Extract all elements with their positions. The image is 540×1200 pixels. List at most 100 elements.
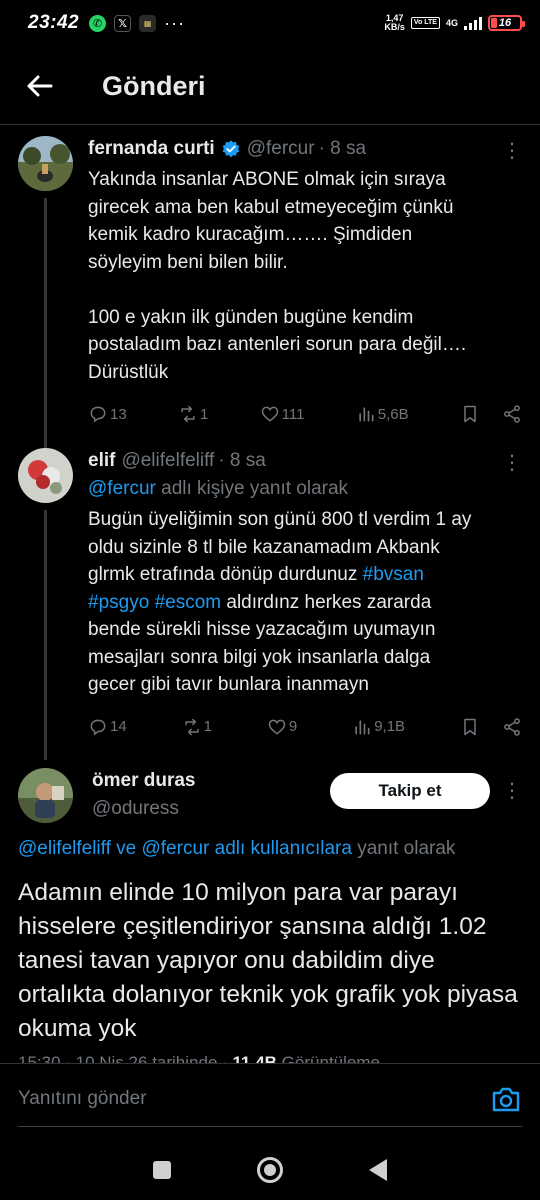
like-count: 9	[288, 718, 298, 735]
tweet-actions: 13 1 111 5,6B	[88, 402, 522, 426]
verified-badge-icon	[222, 140, 240, 158]
game-app-icon: ▦	[139, 14, 157, 32]
like-button[interactable]: 111	[260, 404, 305, 424]
tweet-time: · 8 sa	[318, 138, 367, 159]
bookmark-icon[interactable]	[460, 717, 480, 737]
back-button[interactable]	[0, 60, 80, 112]
reply-context: @elifelfeliff ve @fercur adlı kullanıcıl…	[18, 838, 522, 860]
text-line: glrmk etrafında dönüp durdunuz #bvsan	[88, 561, 522, 589]
avatar[interactable]	[18, 136, 73, 191]
text-line: oldu sizinle 8 tl bile kazanamadım Akban…	[88, 536, 440, 558]
text-line: Bugün üyeliğimin son günü 800 tl verdim …	[88, 509, 472, 530]
reply-composer: Yanıtını gönder	[0, 1063, 540, 1139]
post-meta: 15:30 · 10 Nis 26 tarihinde · 11,4B Görü…	[18, 1053, 380, 1063]
reply-input-underline	[18, 1126, 522, 1127]
thread-connector	[44, 510, 47, 760]
author-name[interactable]: elif	[88, 450, 115, 472]
thread-connector	[44, 198, 47, 448]
like-count: 111	[281, 405, 305, 423]
bookmark-icon[interactable]	[460, 404, 480, 424]
author-handle[interactable]: @elifelfeliff	[121, 450, 214, 472]
header-divider	[0, 124, 540, 125]
status-bar: 23:42 ✆ 𝕏 ▦ ··· 1,47 KB/s Vo LTE 4G 16	[0, 0, 540, 46]
views-button[interactable]: 5,6B	[356, 404, 409, 424]
reply-icon	[90, 719, 106, 736]
top-bar: Gönderi	[0, 60, 540, 112]
text-spacer	[88, 276, 522, 304]
reply-context: @fercur adlı kişiye yanıt olarak	[88, 478, 522, 500]
text-line: Yakında insanlar ABONE olmak için sıraya	[88, 169, 446, 190]
avatar[interactable]	[18, 448, 73, 503]
repost-count: 1	[200, 405, 209, 423]
views-button[interactable]: 9,1B	[352, 717, 405, 737]
follow-button[interactable]: Takip et	[330, 773, 490, 809]
repost-button[interactable]: 1	[182, 717, 212, 737]
text-segment: glrmk etrafında dönüp durdunuz	[88, 564, 358, 585]
reply-button[interactable]: 13	[88, 404, 127, 424]
text-segment: aldırdınz herkes zararda	[226, 591, 432, 613]
system-nav-bar	[0, 1140, 540, 1200]
text-line: #psgyo #escom aldırdınz herkes zararda	[88, 589, 522, 617]
text-line: kemik kadro kuracağım……. Şimdiden	[88, 224, 413, 245]
reply-count: 14	[110, 718, 127, 735]
signal-icon	[464, 16, 482, 30]
text-line: gecer gibi tavır bunlara inanmayn	[88, 674, 369, 695]
author-handle[interactable]: @fercur	[247, 138, 315, 160]
battery-level: 16	[498, 17, 512, 29]
repost-icon	[185, 718, 199, 735]
back-arrow-icon	[27, 75, 53, 97]
like-button[interactable]: 9	[267, 717, 297, 737]
share-icon[interactable]	[502, 404, 522, 424]
page-title: Gönderi	[102, 70, 206, 101]
speed-unit: KB/s	[384, 22, 405, 32]
repost-icon	[181, 405, 195, 423]
reply-button[interactable]: 14	[88, 717, 127, 737]
recent-apps-button[interactable]	[153, 1161, 171, 1179]
status-time: 23:42	[28, 12, 80, 33]
home-button[interactable]	[257, 1157, 283, 1183]
battery-icon: 16	[488, 15, 525, 31]
share-icon[interactable]	[502, 717, 522, 737]
reply-to-handle[interactable]: @fercur	[88, 478, 156, 499]
volte-icon: Vo LTE	[410, 17, 440, 29]
reply-icon	[90, 406, 106, 423]
more-options-icon[interactable]: ⋮	[502, 781, 522, 801]
text-line: 100 e yakın ilk günden bugüne kendim	[88, 306, 414, 328]
tweet-text: Yakında insanlar ABONE olmak için sıraya…	[88, 166, 522, 386]
whatsapp-icon: ✆	[89, 14, 107, 32]
repost-button[interactable]: 1	[178, 404, 208, 424]
x-app-icon: 𝕏	[114, 14, 132, 32]
heart-icon	[261, 406, 278, 422]
back-nav-button[interactable]	[369, 1159, 387, 1181]
network-speed: 1,47 KB/s	[384, 14, 405, 32]
reply-to-suffix: adlı kişiye yanıt olarak	[161, 478, 349, 499]
author-name[interactable]: fernanda curti	[88, 138, 215, 160]
post-timestamp: 15:30 · 10 Nis 26 tarihinde ·	[18, 1053, 228, 1063]
tweet-text: Bugün üyeliğimin son günü 800 tl verdim …	[88, 506, 522, 699]
text-line: Dürüstlük	[88, 361, 169, 383]
hashtag-link[interactable]: #escom	[155, 592, 222, 613]
text-line: bende sürekli hisse yazacağım uyumayın	[88, 619, 436, 640]
view-count: 5,6B	[377, 405, 409, 423]
text-line: postaladım bazı antenleri sorun para değ…	[88, 334, 467, 355]
post-view-label: Görüntüleme	[281, 1053, 380, 1063]
more-notifications-icon: ···	[164, 12, 186, 33]
main-post-text: Adamın elinde 10 milyon para var parayı …	[18, 879, 518, 1042]
hashtag-link[interactable]: #psgyo	[88, 592, 149, 613]
reply-input[interactable]: Yanıtını gönder	[18, 1088, 147, 1110]
post-view-count: 11,4B	[232, 1053, 277, 1063]
reply-count: 13	[110, 405, 127, 423]
avatar[interactable]	[18, 768, 73, 823]
network-type: 4G	[445, 18, 458, 28]
views-icon	[355, 719, 370, 734]
heart-icon	[268, 719, 286, 735]
hashtag-link[interactable]: #bvsan	[363, 564, 424, 585]
views-icon	[359, 407, 374, 422]
reply-to-users[interactable]: @elifelfeliff ve @fercur adlı kullanıcıl…	[18, 838, 352, 859]
text-line: mesajları sonra bilgi yok insanlarla dal…	[88, 646, 431, 668]
repost-count: 1	[203, 718, 212, 735]
camera-icon[interactable]	[490, 1084, 522, 1114]
text-line: söyleyim beni bilen bilir.	[88, 251, 288, 273]
view-count: 9,1B	[374, 718, 406, 735]
text-line: girecek ama ben kabul etmeyeceğim çünkü	[88, 196, 454, 218]
